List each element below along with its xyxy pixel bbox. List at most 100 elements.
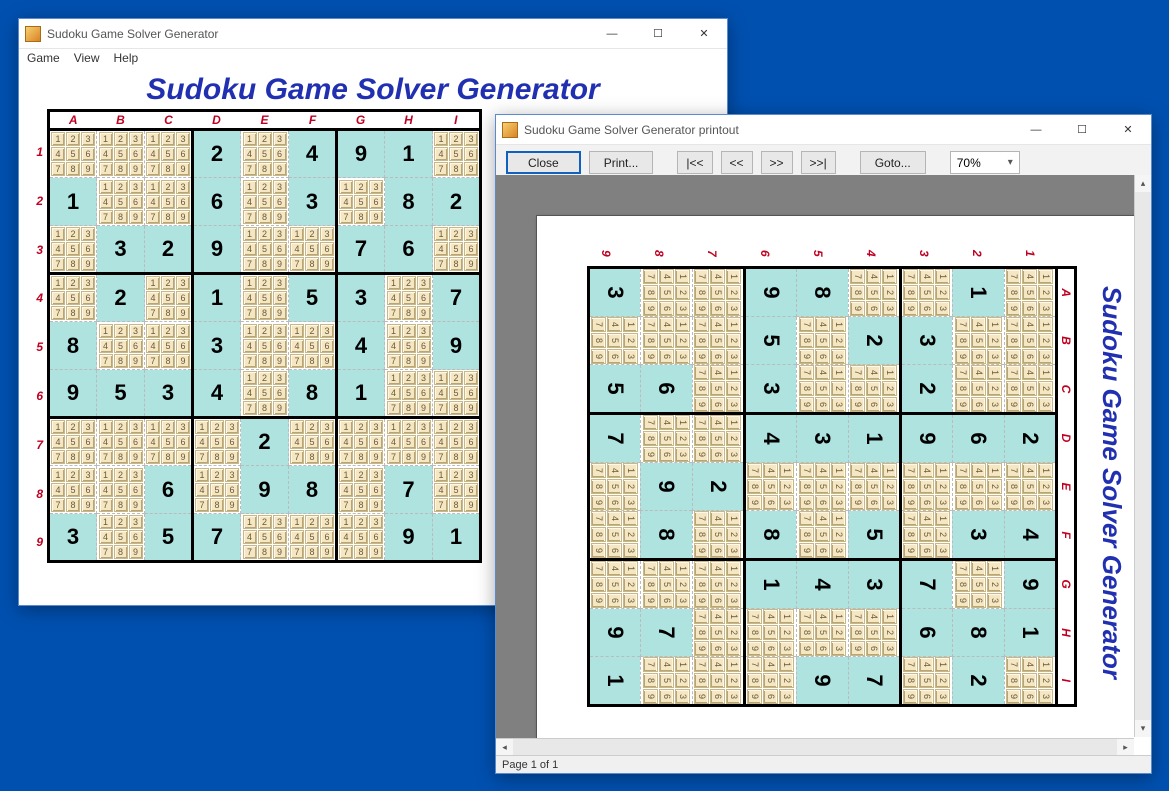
candidate-button[interactable]: 2 [354, 515, 368, 529]
candidate-button[interactable]: 8 [114, 498, 128, 512]
candidate-button[interactable]: 3 [81, 420, 95, 434]
sudoku-cell[interactable]: 123456789 [385, 418, 433, 466]
candidate-button[interactable]: 1 [51, 276, 65, 290]
candidate-button[interactable]: 3 [225, 420, 239, 434]
candidate-button[interactable]: 5 [305, 530, 319, 544]
candidate-button[interactable]: 2 [449, 371, 463, 385]
sudoku-cell[interactable]: 123456789 [97, 466, 145, 514]
candidate-button[interactable]: 1 [51, 227, 65, 241]
sudoku-cell[interactable]: 123456789 [241, 514, 289, 562]
candidate-button[interactable]: 8 [161, 306, 175, 320]
sudoku-cell[interactable]: 7 [433, 274, 481, 322]
candidate-button[interactable]: 7 [99, 162, 113, 176]
candidate-button[interactable]: 6 [129, 530, 143, 544]
candidate-button[interactable]: 5 [161, 435, 175, 449]
candidate-button[interactable]: 3 [176, 420, 190, 434]
candidate-button[interactable]: 1 [51, 132, 65, 146]
sudoku-cell[interactable]: 5 [145, 514, 193, 562]
candidate-button[interactable]: 5 [161, 339, 175, 353]
candidate-button[interactable]: 6 [369, 530, 383, 544]
sudoku-cell[interactable]: 123456789 [433, 370, 481, 418]
candidate-button[interactable]: 3 [129, 180, 143, 194]
candidate-button[interactable]: 7 [243, 354, 257, 368]
candidate-button[interactable]: 4 [290, 530, 304, 544]
candidate-button[interactable]: 2 [402, 371, 416, 385]
maximize-button[interactable]: ☐ [635, 19, 681, 48]
sudoku-cell[interactable]: 2 [241, 418, 289, 466]
sudoku-cell[interactable]: 123456789 [385, 274, 433, 322]
candidate-button[interactable]: 4 [387, 386, 401, 400]
candidate-button[interactable]: 9 [273, 354, 287, 368]
sudoku-cell[interactable]: 7 [337, 226, 385, 274]
candidate-button[interactable]: 6 [225, 435, 239, 449]
sudoku-cell[interactable]: 8 [385, 178, 433, 226]
candidate-button[interactable]: 7 [195, 450, 209, 464]
candidate-button[interactable]: 9 [81, 306, 95, 320]
candidate-button[interactable]: 5 [354, 435, 368, 449]
candidate-button[interactable]: 8 [114, 210, 128, 224]
candidate-button[interactable]: 5 [258, 147, 272, 161]
candidate-button[interactable]: 1 [243, 371, 257, 385]
candidate-button[interactable]: 2 [305, 515, 319, 529]
candidate-button[interactable]: 6 [273, 530, 287, 544]
candidate-button[interactable]: 3 [129, 420, 143, 434]
candidate-button[interactable]: 4 [99, 339, 113, 353]
candidate-button[interactable]: 2 [258, 276, 272, 290]
candidate-button[interactable]: 3 [464, 132, 478, 146]
candidate-button[interactable]: 7 [99, 498, 113, 512]
candidate-button[interactable]: 7 [146, 210, 160, 224]
candidate-button[interactable]: 4 [51, 291, 65, 305]
candidate-button[interactable]: 8 [449, 162, 463, 176]
candidate-button[interactable]: 4 [434, 386, 448, 400]
candidate-button[interactable]: 8 [305, 354, 319, 368]
candidate-button[interactable]: 6 [320, 530, 334, 544]
candidate-button[interactable]: 6 [464, 483, 478, 497]
sudoku-cell[interactable]: 9 [385, 514, 433, 562]
candidate-button[interactable]: 5 [402, 435, 416, 449]
candidate-button[interactable]: 9 [320, 354, 334, 368]
candidate-button[interactable]: 3 [273, 324, 287, 338]
candidate-button[interactable]: 5 [354, 483, 368, 497]
candidate-button[interactable]: 9 [320, 545, 334, 559]
candidate-button[interactable]: 9 [273, 210, 287, 224]
candidate-button[interactable]: 9 [464, 498, 478, 512]
candidate-button[interactable]: 1 [387, 276, 401, 290]
candidate-button[interactable]: 5 [161, 291, 175, 305]
candidate-button[interactable]: 3 [464, 468, 478, 482]
candidate-button[interactable]: 5 [305, 435, 319, 449]
candidate-button[interactable]: 2 [258, 371, 272, 385]
candidate-button[interactable]: 4 [243, 291, 257, 305]
candidate-button[interactable]: 5 [402, 386, 416, 400]
close-preview-button[interactable]: Close [506, 151, 581, 174]
candidate-button[interactable]: 8 [305, 257, 319, 271]
candidate-button[interactable]: 6 [369, 195, 383, 209]
candidate-button[interactable]: 7 [51, 162, 65, 176]
candidate-button[interactable]: 2 [258, 324, 272, 338]
sudoku-cell[interactable]: 8 [289, 466, 337, 514]
maximize-button[interactable]: ☐ [1059, 115, 1105, 144]
horizontal-scrollbar[interactable]: ◂ ▸ [496, 738, 1134, 755]
candidate-button[interactable]: 1 [387, 371, 401, 385]
candidate-button[interactable]: 6 [176, 435, 190, 449]
menu-help[interactable]: Help [113, 51, 138, 65]
candidate-button[interactable]: 1 [146, 276, 160, 290]
candidate-button[interactable]: 3 [320, 515, 334, 529]
candidate-button[interactable]: 1 [99, 468, 113, 482]
scroll-up-icon[interactable]: ▴ [1135, 175, 1151, 192]
candidate-button[interactable]: 7 [387, 401, 401, 415]
candidate-button[interactable]: 3 [129, 468, 143, 482]
candidate-button[interactable]: 8 [354, 210, 368, 224]
candidate-button[interactable]: 1 [243, 227, 257, 241]
vertical-scrollbar[interactable]: ▴ ▾ [1134, 175, 1151, 737]
candidate-button[interactable]: 4 [339, 195, 353, 209]
sudoku-cell[interactable]: 123456789 [49, 226, 97, 274]
sudoku-cell[interactable]: 9 [337, 130, 385, 178]
sudoku-cell[interactable]: 123456789 [337, 418, 385, 466]
candidate-button[interactable]: 1 [387, 324, 401, 338]
candidate-button[interactable]: 4 [99, 435, 113, 449]
candidate-button[interactable]: 6 [417, 386, 431, 400]
candidate-button[interactable]: 1 [434, 468, 448, 482]
candidate-button[interactable]: 1 [99, 324, 113, 338]
sudoku-cell[interactable]: 9 [49, 370, 97, 418]
sudoku-cell[interactable]: 123456789 [97, 418, 145, 466]
